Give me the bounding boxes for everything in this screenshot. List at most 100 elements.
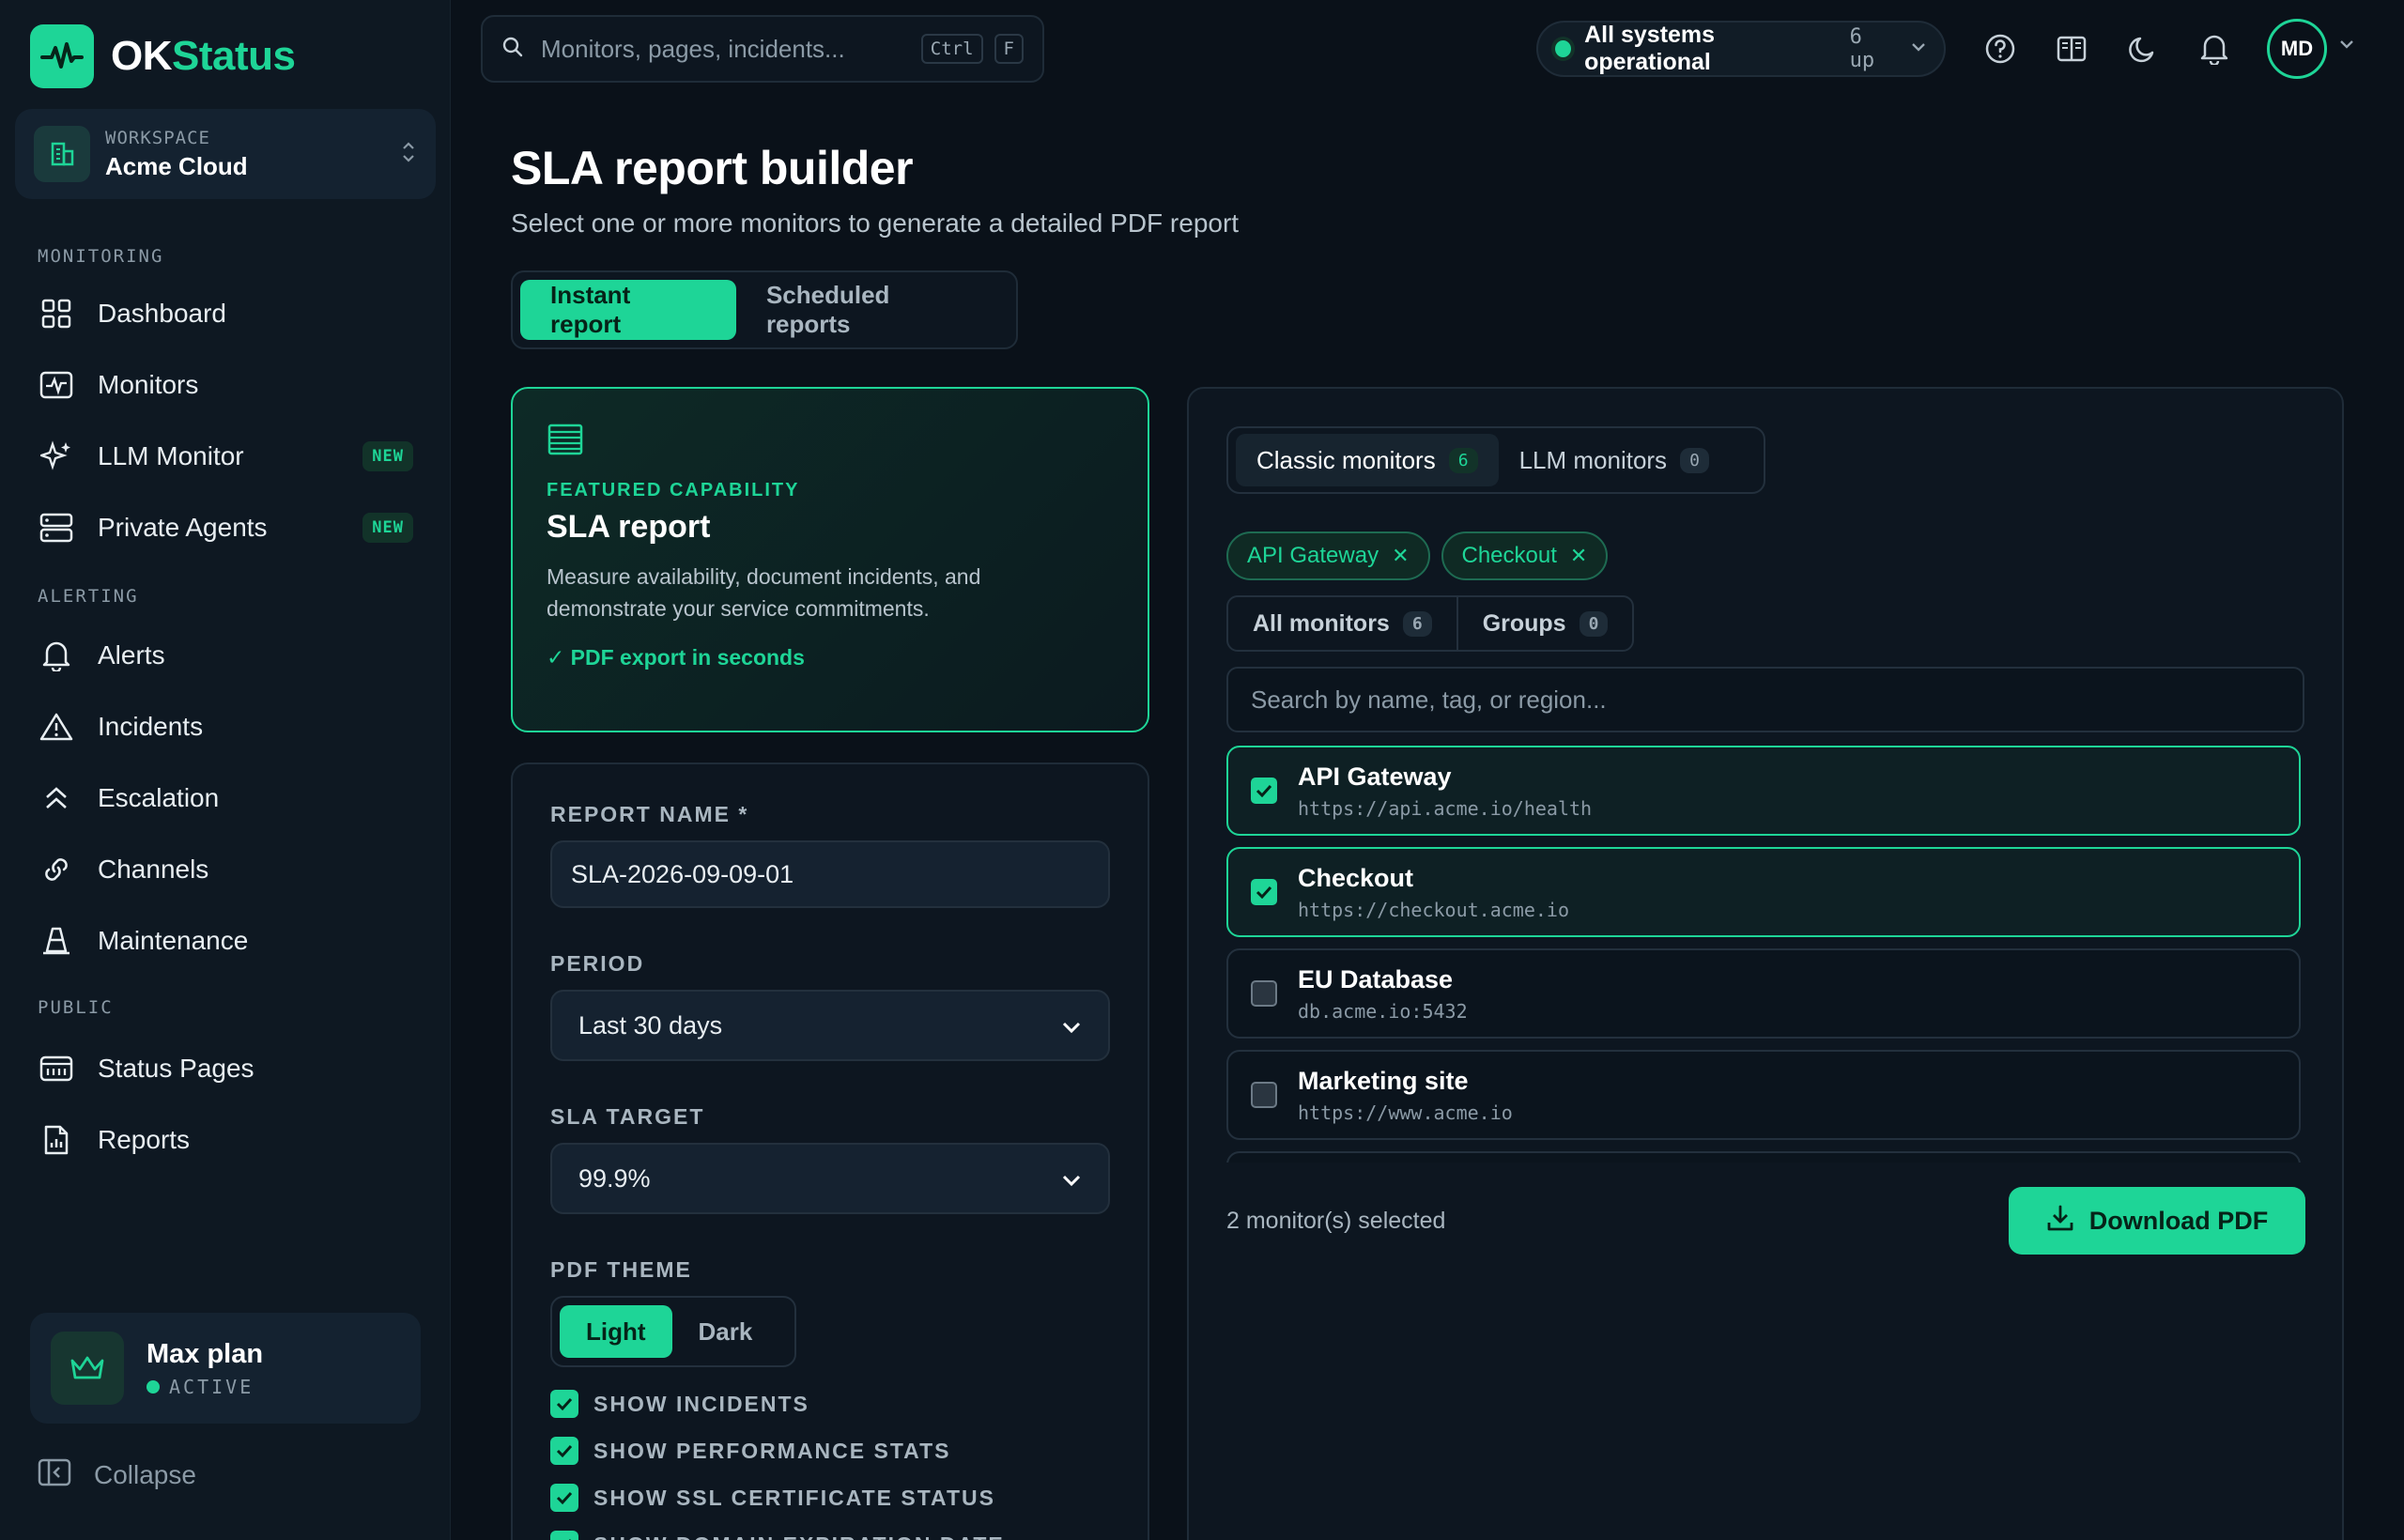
server-icon (38, 509, 75, 547)
sidebar-item-escalation[interactable]: Escalation (38, 772, 413, 824)
checkbox-unchecked-icon[interactable] (1251, 980, 1277, 1007)
download-icon (2046, 1204, 2074, 1239)
page-title: SLA report builder (511, 142, 914, 194)
theme-dark-option[interactable]: Dark (672, 1305, 779, 1358)
chevron-down-icon (1910, 40, 1927, 57)
report-name-input[interactable]: SLA-2026-09-09-01 (550, 840, 1110, 908)
monitor-url: https://checkout.acme.io (1298, 898, 1569, 921)
logo[interactable]: OKStatus (30, 24, 296, 88)
download-label: Download PDF (2088, 1206, 2269, 1235)
section-monitoring: MONITORING (38, 246, 164, 267)
pdf-theme-toggle: Light Dark (550, 1296, 796, 1367)
moon-icon[interactable] (2120, 26, 2165, 71)
tab-instant-report[interactable]: Instant report (520, 280, 736, 340)
sidebar-item-channels[interactable]: Channels (38, 843, 413, 896)
sidebar-item-label: Escalation (98, 783, 220, 812)
avatar[interactable]: MD (2267, 19, 2327, 79)
checkbox-checked-icon (550, 1484, 578, 1512)
monitor-row-checkout[interactable]: Checkout https://checkout.acme.io (1226, 847, 2301, 937)
monitor-search-input[interactable]: Search by name, tag, or region... (1226, 667, 2304, 732)
checkbox-checked-icon[interactable] (1251, 778, 1277, 804)
brand-name: OKStatus (111, 33, 296, 79)
sidebar-item-reports[interactable]: Reports (38, 1114, 413, 1166)
collapse-label: Collapse (94, 1459, 196, 1489)
sidebar-item-incidents[interactable]: Incidents (38, 701, 413, 753)
monitor-row-marketing-site[interactable]: Marketing site https://www.acme.io (1226, 1050, 2301, 1140)
status-text: All systems operational (1584, 22, 1716, 75)
collapse-sidebar-icon (38, 1457, 71, 1492)
period-select[interactable]: Last 30 days (550, 990, 1110, 1061)
tab-scheduled-reports[interactable]: Scheduled reports (736, 280, 1009, 340)
sidebar-item-private-agents[interactable]: Private Agents NEW (38, 501, 413, 554)
tab-groups[interactable]: Groups 0 (1456, 597, 1633, 650)
report-name-label: REPORT NAME * (550, 802, 749, 826)
link-icon (38, 851, 75, 888)
new-badge: NEW (362, 441, 413, 471)
chevron-down-icon[interactable] (2338, 38, 2355, 54)
monitor-row-eu-database[interactable]: EU Database db.acme.io:5432 (1226, 948, 2301, 1039)
sidebar-item-alerts[interactable]: Alerts (38, 629, 413, 682)
checkbox-checked-icon (550, 1437, 578, 1465)
sidebar-item-monitors[interactable]: Monitors (38, 359, 413, 411)
show-ssl-status-checkbox[interactable]: SHOW SSL CERTIFICATE STATUS (550, 1474, 1110, 1521)
feature-check: ✓ PDF export in seconds (547, 645, 805, 670)
bell-icon (38, 637, 75, 674)
sidebar-item-label: Reports (98, 1125, 191, 1154)
sla-target-label: SLA TARGET (550, 1104, 705, 1129)
checkbox-unchecked-icon[interactable] (1251, 1082, 1277, 1108)
download-pdf-button[interactable]: Download PDF (2009, 1187, 2305, 1255)
sla-target-select[interactable]: 99.9% (550, 1143, 1110, 1214)
show-domain-expiration-checkbox[interactable]: SHOW DOMAIN EXPIRATION DATE (550, 1521, 1110, 1540)
plan-card[interactable]: Max plan ACTIVE (30, 1313, 421, 1424)
pulse-logo-icon (30, 24, 94, 88)
pdf-theme-label: PDF THEME (550, 1257, 692, 1282)
collapse-button[interactable]: Collapse (38, 1457, 196, 1492)
feature-title: SLA report (547, 509, 711, 545)
status-up-count: 6 up (1849, 25, 1875, 72)
count-badge: 0 (1579, 610, 1609, 637)
sidebar-item-llm-monitor[interactable]: LLM Monitor NEW (38, 430, 413, 483)
workspace-switcher[interactable]: WORKSPACE Acme Cloud (15, 109, 436, 199)
sidebar-item-dashboard[interactable]: Dashboard (38, 287, 413, 340)
plan-status: ACTIVE (146, 1376, 263, 1398)
report-form: REPORT NAME * SLA-2026-09-09-01 PERIOD L… (511, 762, 1149, 1540)
sidebar-item-label: Channels (98, 855, 209, 884)
help-icon[interactable] (1978, 26, 2023, 71)
tab-classic-monitors[interactable]: Classic monitors 6 (1236, 434, 1499, 486)
warning-triangle-icon (38, 708, 75, 746)
period-label: PERIOD (550, 951, 645, 976)
count-badge: 0 (1680, 447, 1709, 473)
document-list-icon (547, 423, 1114, 461)
book-icon[interactable] (2049, 26, 2094, 71)
checkbox-checked-icon (550, 1531, 578, 1540)
monitor-row-partial (1226, 1151, 2301, 1163)
monitor-name: EU Database (1298, 964, 1454, 993)
count-badge: 6 (1448, 447, 1478, 473)
tab-llm-monitors[interactable]: LLM monitors 0 (1499, 434, 1730, 486)
theme-light-option[interactable]: Light (560, 1305, 672, 1358)
selected-count: 2 monitor(s) selected (1226, 1208, 1446, 1234)
tab-all-monitors[interactable]: All monitors 6 (1228, 597, 1456, 650)
workspace-name: Acme Cloud (105, 151, 248, 180)
feature-description: Measure availability, document incidents… (547, 564, 981, 621)
sidebar-item-status-pages[interactable]: Status Pages (38, 1042, 413, 1095)
sidebar: OKStatus WORKSPACE Acme Cloud MONITORING… (0, 0, 451, 1540)
new-badge: NEW (362, 513, 413, 543)
workspace-caption: WORKSPACE (105, 127, 210, 148)
global-search[interactable]: Monitors, pages, incidents... Ctrl F (481, 15, 1044, 83)
crown-icon (51, 1332, 124, 1405)
feature-caption: FEATURED CAPABILITY (547, 480, 800, 500)
checkbox-checked-icon[interactable] (1251, 879, 1277, 905)
show-incidents-checkbox[interactable]: SHOW INCIDENTS (550, 1380, 1110, 1427)
notification-bell-icon[interactable] (2192, 26, 2237, 71)
tab-label: Classic monitors (1256, 445, 1436, 474)
system-status-pill[interactable]: All systems operational 6 up (1536, 21, 1946, 77)
show-performance-stats-checkbox[interactable]: SHOW PERFORMANCE STATS (550, 1427, 1110, 1474)
shortcut-key-ctrl: Ctrl (920, 34, 983, 64)
sidebar-item-label: Private Agents (98, 513, 268, 542)
sidebar-item-maintenance[interactable]: Maintenance (38, 915, 413, 967)
monitor-row-api-gateway[interactable]: API Gateway https://api.acme.io/health (1226, 746, 2301, 836)
remove-chip-icon[interactable]: ✕ (1392, 544, 1409, 568)
remove-chip-icon[interactable]: ✕ (1570, 544, 1587, 568)
cone-icon (38, 922, 75, 960)
